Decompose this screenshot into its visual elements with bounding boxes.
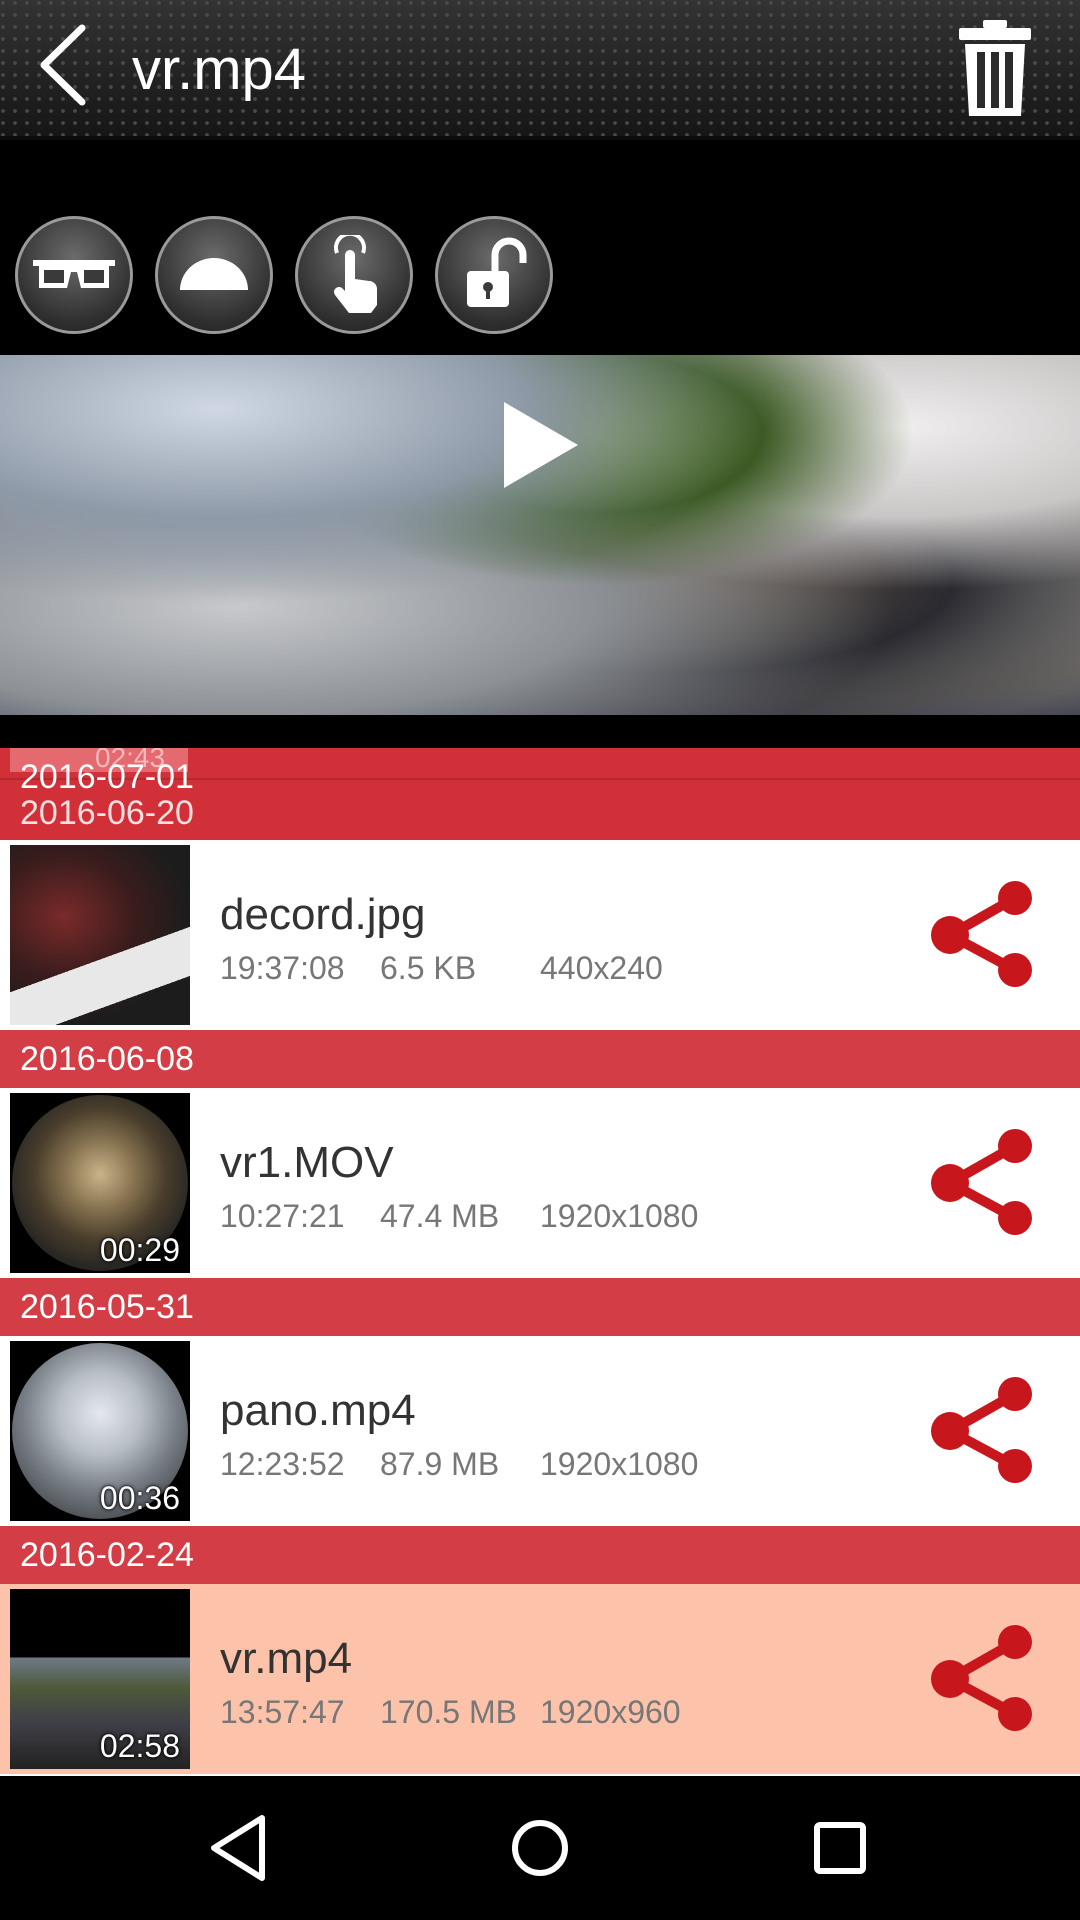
date-header: 2016-02-24 (0, 1526, 1080, 1584)
thumbnail: 02:58 (10, 1589, 190, 1769)
file-list[interactable]: 02:43 2016-07-01 2016-06-20 decord.jpg 1… (0, 748, 1080, 1776)
back-button[interactable] (30, 20, 100, 110)
file-time: 12:23:52 (220, 1446, 345, 1482)
file-time: 13:57:47 (220, 1694, 345, 1730)
share-button[interactable] (930, 1624, 1040, 1734)
nav-recents-button[interactable] (800, 1808, 880, 1888)
file-time: 10:27:21 (220, 1198, 345, 1234)
circle-home-icon (512, 1820, 568, 1876)
list-item[interactable]: decord.jpg 19:37:08 6.5 KB 440x240 (0, 840, 1080, 1030)
file-name: pano.mp4 (220, 1386, 416, 1435)
video-duration: 00:29 (99, 1232, 180, 1268)
square-recents-icon (814, 1822, 866, 1874)
file-resolution: 1920x1080 (540, 1446, 699, 1482)
system-nav-bar (0, 1776, 1080, 1920)
play-button[interactable] (500, 400, 580, 490)
file-name: vr1.MOV (220, 1138, 394, 1187)
play-icon (504, 402, 578, 488)
file-resolution: 1920x960 (540, 1694, 681, 1730)
share-button[interactable] (930, 880, 1040, 990)
app-bar: vr.mp4 (0, 0, 1080, 140)
list-item-selected[interactable]: 02:58 vr.mp4 13:57:47 170.5 MB 1920x960 (0, 1584, 1080, 1774)
triangle-back-icon (211, 1815, 265, 1881)
file-size: 87.9 MB (380, 1446, 500, 1482)
dome-view-button[interactable] (155, 216, 273, 334)
trash-icon (959, 20, 1031, 116)
share-icon (931, 1625, 1032, 1731)
share-icon (931, 1377, 1032, 1483)
page-title: vr.mp4 (132, 37, 307, 102)
vr-glasses-icon (33, 260, 115, 288)
file-name: decord.jpg (220, 890, 426, 939)
touch-mode-button[interactable] (295, 216, 413, 334)
file-size: 170.5 MB (380, 1694, 517, 1730)
date-header: 2016-06-08 (0, 1030, 1080, 1088)
lock-button[interactable] (435, 216, 553, 334)
thumbnail: 00:36 (10, 1341, 190, 1521)
file-time: 19:37:08 (220, 950, 345, 986)
list-item[interactable]: 00:29 vr1.MOV 10:27:21 47.4 MB 1920x1080 (0, 1088, 1080, 1278)
share-button[interactable] (930, 1128, 1040, 1238)
share-button[interactable] (930, 1376, 1040, 1486)
file-resolution: 1920x1080 (540, 1198, 699, 1234)
video-duration: 02:58 (99, 1728, 180, 1764)
sticky-date-header: 02:43 2016-07-01 2016-06-20 (0, 748, 1080, 840)
date-header: 2016-05-31 (0, 1278, 1080, 1336)
date-header-label: 2016-06-20 (20, 794, 194, 832)
chevron-left-icon (40, 24, 86, 106)
file-name: vr.mp4 (220, 1634, 353, 1683)
file-size: 47.4 MB (380, 1198, 500, 1234)
vr-controls (0, 140, 1080, 355)
dome-icon (180, 258, 248, 290)
file-size: 6.5 KB (380, 950, 477, 986)
thumbnail: 00:29 (10, 1093, 190, 1273)
nav-home-button[interactable] (500, 1808, 580, 1888)
thumbnail (10, 845, 190, 1025)
date-header-label: 2016-07-01 (20, 758, 194, 796)
share-icon (931, 881, 1032, 987)
unlock-icon (467, 237, 527, 307)
share-icon (931, 1129, 1032, 1235)
touch-icon (334, 235, 377, 313)
preview-divider (0, 715, 1080, 748)
video-duration: 00:36 (99, 1480, 180, 1516)
delete-button[interactable] (955, 18, 1035, 120)
list-item[interactable]: 00:36 pano.mp4 12:23:52 87.9 MB 1920x108… (0, 1336, 1080, 1526)
file-resolution: 440x240 (540, 950, 663, 986)
nav-back-button[interactable] (200, 1808, 280, 1888)
vr-glasses-button[interactable] (15, 216, 133, 334)
